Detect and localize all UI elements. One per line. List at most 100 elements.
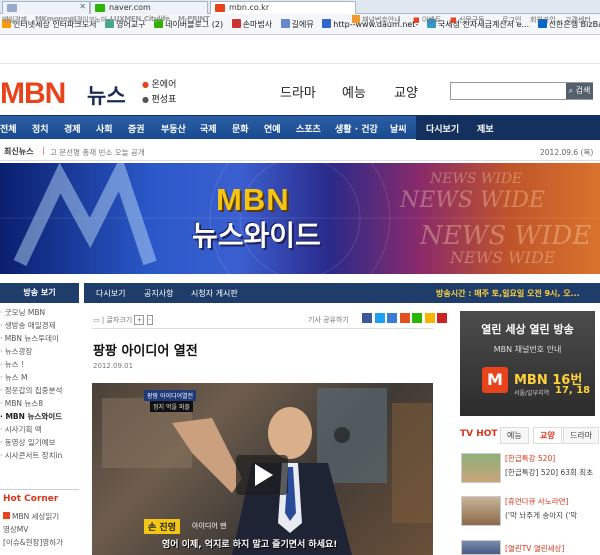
nav-item[interactable]: 제보 — [477, 122, 494, 135]
naver-icon[interactable] — [412, 313, 423, 323]
news-logo-text[interactable]: 뉴스 — [87, 80, 126, 110]
search-button[interactable]: ⌕ 검색 — [566, 83, 593, 99]
kakao-icon[interactable] — [424, 313, 435, 323]
family-link[interactable]: 매일경제 — [2, 15, 27, 25]
bookmark-item[interactable]: 손마법사 — [231, 19, 272, 30]
font-minus-icon[interactable]: - — [146, 315, 154, 325]
nav-item[interactable]: 문화 — [232, 122, 249, 135]
bookmark-item[interactable]: 길에뮤 — [280, 19, 314, 30]
nav-item[interactable]: 국제 — [200, 122, 217, 135]
thumb-image[interactable] — [461, 453, 501, 483]
nav-item[interactable]: 연예 — [264, 122, 281, 135]
hot-item[interactable]: 영상MV — [3, 524, 81, 537]
nav-item[interactable]: 날씨 — [390, 122, 407, 135]
sidebar-item[interactable]: · MBN 뉴스투데이 — [0, 333, 79, 346]
play-button[interactable] — [236, 455, 288, 495]
thumb-image[interactable] — [461, 540, 501, 555]
family-link[interactable]: Citylife — [144, 15, 170, 23]
channel-info-link[interactable]: 채널번호안내 — [352, 15, 401, 25]
sidebar-item[interactable]: · 뉴스 M — [0, 372, 79, 385]
tv-hot-title: TV HOT — [460, 429, 498, 439]
schedule-link[interactable]: ● 편성표 — [142, 92, 176, 105]
menu-drama[interactable]: 드라마 — [280, 82, 316, 101]
mbn-logo[interactable]: MBN — [0, 77, 66, 111]
nav-item[interactable]: 경제 — [64, 122, 81, 135]
ad-title: 열린 세상 열린 방송 — [481, 323, 574, 336]
nav-item[interactable]: 사회 — [96, 122, 113, 135]
facebook-icon[interactable] — [362, 313, 372, 323]
paper-icon: ■ — [450, 16, 457, 24]
divider — [92, 328, 433, 329]
menu-variety[interactable]: 예능 — [342, 82, 366, 101]
twitter-icon[interactable] — [374, 313, 385, 323]
sidebar-item[interactable]: · MBN 뉴스8 — [0, 398, 79, 411]
sidebar-item[interactable]: · 생방송 매일경제 — [0, 320, 79, 333]
family-link[interactable]: MKmoney — [35, 15, 72, 23]
mbn-m-logo-icon: M — [482, 367, 508, 393]
subscribe-link[interactable]: ■ 신문구독 — [450, 15, 485, 25]
tab-culture[interactable]: 교양 — [533, 427, 562, 444]
thumb-image[interactable] — [461, 496, 501, 526]
sidebar-item[interactable]: · 뉴스 ! — [0, 359, 79, 372]
sidebar-item[interactable]: · 뉴스광장 — [0, 346, 79, 359]
channel-ad[interactable]: 열린 세상 열린 방송 MBN 채널번호 안내 M MBN 16번 서울/일부지… — [460, 311, 595, 416]
bookmark-icon — [322, 19, 332, 28]
article-title: 팡팡 아이디어 열전 — [93, 344, 198, 359]
nav-item[interactable]: 정치 — [32, 122, 49, 135]
main-nav: 전체 정치 경제 사회 증권 부동산 국제 문화 연예 스포츠 생활 · 건강 … — [0, 115, 600, 140]
banner-bg-text: NEWS WIDE — [420, 221, 592, 251]
yozm-icon[interactable] — [399, 313, 410, 323]
help-link[interactable]: 고객센터 — [565, 15, 591, 25]
menu-culture[interactable]: 교양 — [394, 82, 418, 101]
family-link[interactable]: M-PRINT — [178, 15, 210, 23]
hot-item-tag[interactable]: [휴먼다큐 사노라면] — [505, 496, 597, 507]
sidebar-item[interactable]: · 시사콘서트 정치in — [0, 450, 79, 463]
signup-link[interactable]: 회원가입 — [530, 15, 556, 25]
family-site-bar — [0, 36, 600, 64]
banner-bg-text: NEWS WIDE — [400, 188, 545, 213]
login-link[interactable]: 로그인 — [502, 15, 521, 25]
ticker-headline[interactable]: 고 문선명 총재 빈소 오늘 공개 — [50, 147, 145, 158]
me2day-icon[interactable] — [387, 313, 398, 323]
hot-item-tag[interactable]: [한급특강 520] — [505, 453, 597, 464]
sidebar-item[interactable]: · 동영상 일기예보 — [0, 437, 79, 450]
tab-label: mbn.co.kr — [229, 3, 270, 12]
hot-item[interactable]: [이슈&현장]영하가 — [3, 537, 81, 550]
event-link[interactable]: ■ 이벤트 — [413, 15, 441, 25]
family-link[interactable]: 매경이코노미 — [70, 15, 107, 25]
google-icon[interactable] — [437, 313, 448, 323]
font-size-tool: ▭ | 글자크기 + - — [93, 315, 154, 325]
channel-icon — [352, 15, 360, 23]
play-icon — [255, 464, 273, 486]
nav-item[interactable]: 부동산 — [161, 122, 186, 135]
browser-tab-bar: ✕ naver.com mbn.co.kr — [0, 0, 600, 14]
hot-item-tag[interactable]: [열린TV 열린세상] — [505, 543, 597, 554]
font-plus-icon[interactable]: + — [134, 315, 145, 325]
nav-item[interactable]: 전체 — [0, 122, 17, 135]
nav-item[interactable]: 증권 — [128, 122, 145, 135]
print-icon[interactable]: ▭ — [93, 316, 100, 324]
subnav-notice[interactable]: 공지사항 — [144, 288, 173, 299]
sidebar-item-active[interactable]: · MBN 뉴스와이드 — [0, 411, 79, 424]
browser-tab-naver[interactable]: naver.com — [90, 1, 208, 14]
tab-drama[interactable]: 드라마 — [563, 427, 600, 444]
onair-link[interactable]: ● 온에어 — [142, 77, 176, 90]
browser-tab-mbn[interactable]: mbn.co.kr — [210, 1, 356, 14]
nav-item[interactable]: 생활 · 건강 — [335, 122, 378, 135]
tab-variety[interactable]: 예능 — [500, 427, 529, 444]
divider — [0, 489, 79, 490]
subnav-board[interactable]: 시청자 게시판 — [191, 288, 238, 299]
sidebar-item[interactable]: · 정운갑의 집중분석 — [0, 385, 79, 398]
sidebar-item[interactable]: · 시사기획 맥 — [0, 424, 79, 437]
browser-tab[interactable]: ✕ — [2, 1, 90, 14]
nav-item[interactable]: 다시보기 — [426, 122, 459, 135]
hot-item-text[interactable]: [한급특강] 520] 63회 최초 — [505, 467, 597, 478]
family-link[interactable]: LUXMEN — [110, 15, 141, 23]
hot-item-text[interactable]: ('막 놔주게 송아지 ('막 — [505, 510, 597, 521]
hot-item[interactable]: MBN 세상읽기 — [3, 511, 81, 524]
subnav-replay[interactable]: 다시보기 — [96, 288, 125, 299]
banner-mbn-logo: MBN — [216, 182, 290, 217]
sidebar-item[interactable]: · 굿모닝 MBN — [0, 307, 79, 320]
nav-item[interactable]: 스포츠 — [296, 122, 321, 135]
close-icon[interactable]: ✕ — [79, 2, 86, 11]
